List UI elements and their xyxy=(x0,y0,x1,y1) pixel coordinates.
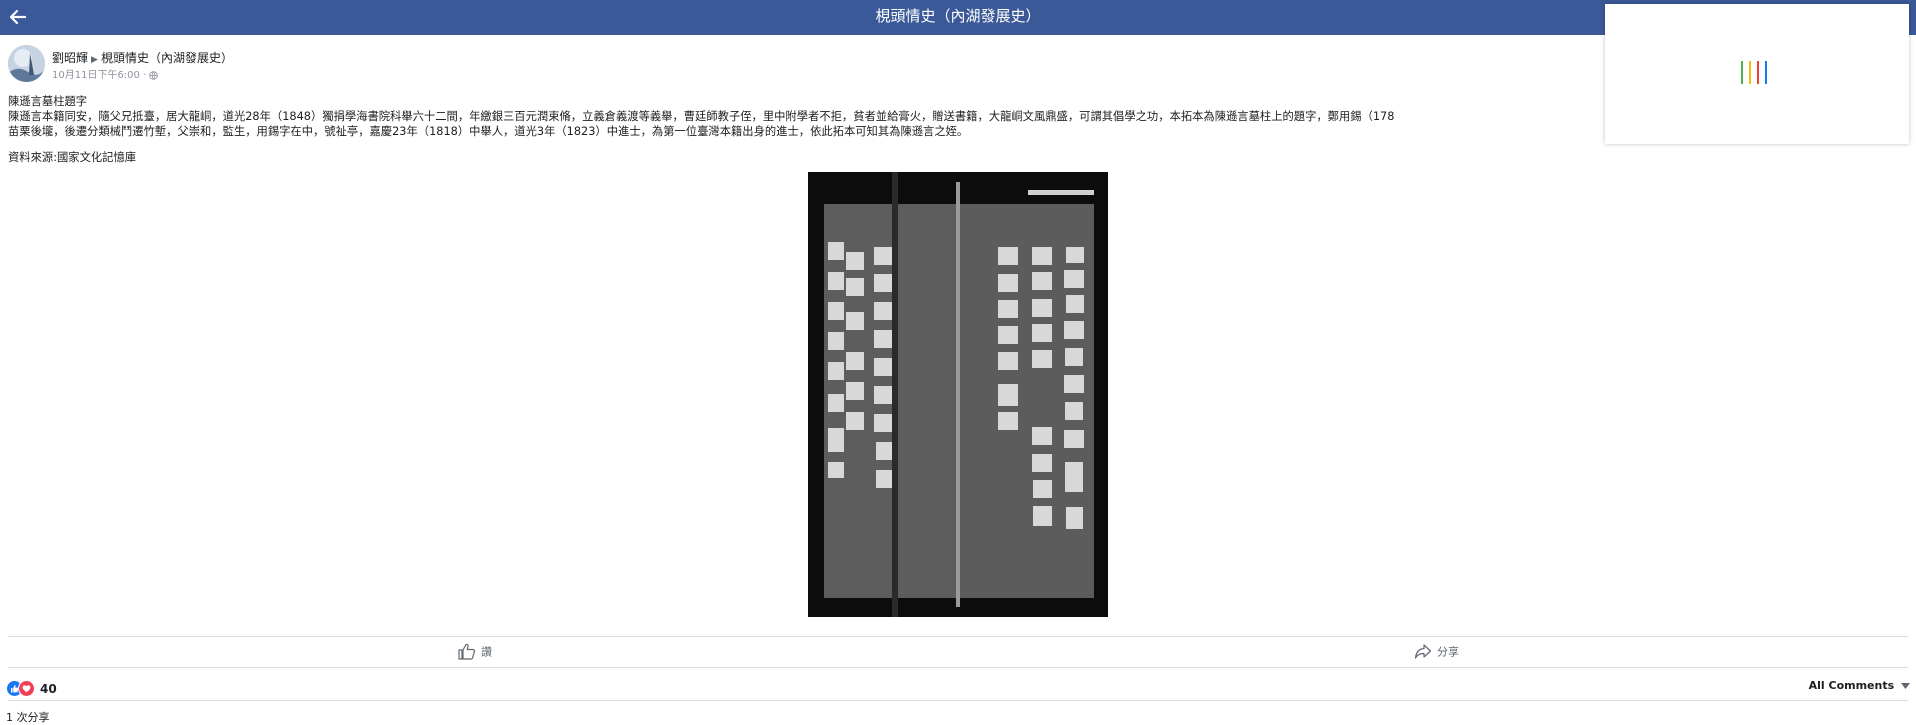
reactions-summary[interactable]: 40 xyxy=(6,678,57,697)
comments-sort-label: All Comments xyxy=(1808,679,1895,692)
divider xyxy=(8,667,1908,668)
post-title-line: 陳遜言墓柱題字 xyxy=(8,95,88,108)
share-button[interactable]: 分享 xyxy=(1414,643,1459,660)
post-author-line: 劉昭輝 ▶ 梘頭情史（內湖發展史） xyxy=(52,49,233,66)
reaction-count: 40 xyxy=(40,681,57,696)
post-meta: 10月11日下午6:00 · xyxy=(52,66,159,81)
comments-sort-dropdown[interactable]: All Comments xyxy=(1809,679,1910,692)
post-photo[interactable] xyxy=(808,172,1108,617)
love-reaction-icon xyxy=(18,680,35,697)
post-text-line: 陳遜言本籍同安，隨父兄抵臺，居大龍峒，道光28年（1848）獨捐學海書院科舉六十… xyxy=(8,110,1395,123)
share-label: 分享 xyxy=(1437,645,1459,659)
globe-icon xyxy=(149,70,159,80)
share-arrow-icon xyxy=(1414,644,1432,659)
author-name[interactable]: 劉昭輝 xyxy=(52,51,88,65)
caret-down-icon xyxy=(1901,683,1910,689)
loading-popup xyxy=(1605,4,1909,144)
post-text-line: 苗栗後壠，後遷分類械鬥遷竹塹，父崇和，監生，用錫字在中，號祉亭，嘉慶23年（18… xyxy=(8,125,969,138)
avatar[interactable] xyxy=(8,45,45,82)
thumbs-up-icon xyxy=(458,643,476,660)
post-source: 資料來源:國家文化記憶庫 xyxy=(8,151,137,164)
divider xyxy=(8,700,1908,701)
group-name[interactable]: 梘頭情史（內湖發展史） xyxy=(101,51,233,65)
like-button[interactable]: 讚 xyxy=(458,643,492,660)
post-body: 陳遜言墓柱題字 陳遜言本籍同安，隨父兄抵臺，居大龍峒，道光28年（1848）獨捐… xyxy=(8,94,1603,139)
loading-spinner-icon xyxy=(1741,61,1777,85)
share-count[interactable]: 1 次分享 xyxy=(6,709,50,725)
caret-right-icon: ▶ xyxy=(91,55,98,65)
like-label: 讚 xyxy=(481,645,492,659)
post-timestamp[interactable]: 10月11日下午6:00 xyxy=(52,70,140,81)
divider xyxy=(8,636,1908,637)
